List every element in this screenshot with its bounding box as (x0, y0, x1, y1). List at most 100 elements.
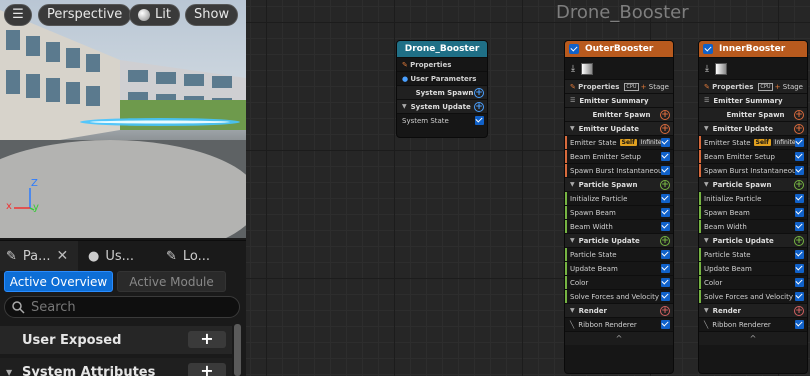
enabled-checkbox[interactable] (661, 222, 670, 231)
add-system-attribute-button[interactable]: + (188, 363, 226, 376)
beam-width-row[interactable]: Beam Width (699, 219, 807, 233)
update-beam-row[interactable]: Update Beam (699, 261, 807, 275)
update-beam-row[interactable]: Update Beam (565, 261, 673, 275)
user-exposed-section[interactable]: User Exposed + (0, 326, 232, 354)
system-node[interactable]: Drone_Booster ✎ Properties ● User Parame… (396, 40, 488, 138)
enabled-checkbox[interactable] (795, 264, 804, 273)
system-update-row[interactable]: ▼ System Update + (397, 99, 487, 113)
spawn-burst-row[interactable]: Spawn Burst Instantaneous (699, 163, 807, 177)
show-button[interactable]: Show (185, 4, 239, 26)
enabled-checkbox[interactable] (795, 166, 804, 175)
enabled-checkbox[interactable] (475, 116, 484, 125)
enabled-checkbox[interactable] (661, 138, 670, 147)
render-row[interactable]: ▼ Render + (699, 303, 807, 317)
enabled-checkbox[interactable] (661, 208, 670, 217)
ribbon-renderer-row[interactable]: ╲ Ribbon Renderer (565, 317, 673, 331)
spawn-beam-row[interactable]: Spawn Beam (565, 205, 673, 219)
enabled-checkbox[interactable] (795, 222, 804, 231)
enabled-checkbox[interactable] (661, 250, 670, 259)
spawn-beam-row[interactable]: Spawn Beam (699, 205, 807, 219)
add-renderer-icon[interactable]: + (794, 306, 804, 316)
enabled-checkbox[interactable] (795, 194, 804, 203)
color-row[interactable]: Color (565, 275, 673, 289)
add-module-icon[interactable]: + (474, 88, 484, 98)
enabled-checkbox[interactable] (661, 320, 670, 329)
viewport-menu-button[interactable]: ☰ (4, 4, 32, 26)
initialize-particle-row[interactable]: Initialize Particle (699, 191, 807, 205)
add-module-icon[interactable]: + (660, 110, 670, 120)
tab-user-parameters[interactable]: ● Us... (82, 241, 158, 271)
enabled-checkbox[interactable] (661, 278, 670, 287)
enabled-checkbox[interactable] (661, 152, 670, 161)
add-module-icon[interactable]: + (660, 124, 670, 134)
emitter-node[interactable]: OuterBooster ⤓ ✎ Properties CPU + Stage … (564, 40, 674, 374)
emitter-state-row[interactable]: Emitter State Self Infinite (565, 135, 673, 149)
enabled-checkbox[interactable] (795, 320, 804, 329)
enabled-checkbox[interactable] (795, 152, 804, 161)
active-overview-button[interactable]: Active Overview (4, 271, 113, 292)
render-row[interactable]: ▼ Render + (565, 303, 673, 317)
user-parameters-row[interactable]: ● User Parameters (397, 71, 487, 85)
ribbon-renderer-row[interactable]: ╲ Ribbon Renderer (699, 317, 807, 331)
particle-update-row[interactable]: ▼ Particle Update + (699, 233, 807, 247)
stage-button[interactable]: + Stage (775, 83, 803, 91)
stage-button[interactable]: + Stage (641, 83, 669, 91)
enabled-checkbox[interactable] (795, 292, 804, 301)
emitter-state-row[interactable]: Emitter State Self Infinite (699, 135, 807, 149)
add-module-icon[interactable]: + (660, 180, 670, 190)
enabled-checkbox[interactable] (661, 264, 670, 273)
system-properties-row[interactable]: ✎ Properties (397, 57, 487, 71)
enabled-checkbox[interactable] (661, 292, 670, 301)
particle-state-row[interactable]: Particle State (565, 247, 673, 261)
preview-viewport[interactable]: Z x y ☰ Perspective Lit Show (0, 0, 246, 238)
panel-scrollbar[interactable] (234, 324, 241, 376)
emitter-enabled-checkbox[interactable] (569, 44, 579, 54)
emitter-summary-row[interactable]: ☰ Emitter Summary (699, 93, 807, 107)
add-module-icon[interactable]: + (794, 124, 804, 134)
emitter-spawn-row[interactable]: Emitter Spawn + (565, 107, 673, 121)
particle-spawn-row[interactable]: ▼ Particle Spawn + (699, 177, 807, 191)
emitter-enabled-checkbox[interactable] (703, 44, 713, 54)
add-module-icon[interactable]: + (794, 110, 804, 120)
add-module-icon[interactable]: + (794, 180, 804, 190)
enabled-checkbox[interactable] (795, 250, 804, 259)
emitter-spawn-row[interactable]: Emitter Spawn + (699, 107, 807, 121)
add-module-icon[interactable]: + (794, 236, 804, 246)
solve-forces-row[interactable]: Solve Forces and Velocity (699, 289, 807, 303)
search-input[interactable] (31, 299, 231, 315)
beam-emitter-setup-row[interactable]: Beam Emitter Setup (699, 149, 807, 163)
active-module-button[interactable]: Active Module (117, 271, 226, 292)
particle-update-row[interactable]: ▼ Particle Update + (565, 233, 673, 247)
enabled-checkbox[interactable] (795, 208, 804, 217)
enabled-checkbox[interactable] (661, 166, 670, 175)
node-graph[interactable]: Drone_Booster Drone_Booster ✎ Properties… (246, 0, 810, 376)
particle-spawn-row[interactable]: ▼ Particle Spawn + (565, 177, 673, 191)
color-row[interactable]: Color (699, 275, 807, 289)
collapse-node-button[interactable]: ^ (565, 331, 673, 345)
emitter-summary-row[interactable]: ☰ Emitter Summary (565, 93, 673, 107)
enabled-checkbox[interactable] (795, 278, 804, 287)
tab-log[interactable]: ✎ Lo... (160, 241, 240, 271)
system-spawn-row[interactable]: System Spawn + (397, 85, 487, 99)
system-attributes-section[interactable]: ▼ System Attributes + (0, 358, 232, 376)
emitter-node[interactable]: InnerBooster ⤓ ✎ Properties CPU + Stage … (698, 40, 808, 374)
initialize-particle-row[interactable]: Initialize Particle (565, 191, 673, 205)
emitter-update-row[interactable]: ▼ Emitter Update + (565, 121, 673, 135)
solve-forces-row[interactable]: Solve Forces and Velocity (565, 289, 673, 303)
add-renderer-icon[interactable]: + (660, 306, 670, 316)
spawn-burst-row[interactable]: Spawn Burst Instantaneous (565, 163, 673, 177)
add-module-icon[interactable]: + (474, 102, 484, 112)
add-module-icon[interactable]: + (660, 236, 670, 246)
emitter-properties-row[interactable]: ✎ Properties CPU + Stage (565, 79, 673, 93)
system-state-row[interactable]: System State (397, 113, 487, 127)
lit-button[interactable]: Lit (129, 4, 180, 26)
beam-width-row[interactable]: Beam Width (565, 219, 673, 233)
beam-emitter-setup-row[interactable]: Beam Emitter Setup (565, 149, 673, 163)
enabled-checkbox[interactable] (661, 194, 670, 203)
add-user-exposed-button[interactable]: + (188, 331, 226, 348)
close-icon[interactable]: ✕ (57, 248, 69, 264)
enabled-checkbox[interactable] (795, 138, 804, 147)
tab-parameters[interactable]: ✎ Pa... ✕ (0, 241, 78, 271)
particle-state-row[interactable]: Particle State (699, 247, 807, 261)
perspective-button[interactable]: Perspective (38, 4, 132, 26)
